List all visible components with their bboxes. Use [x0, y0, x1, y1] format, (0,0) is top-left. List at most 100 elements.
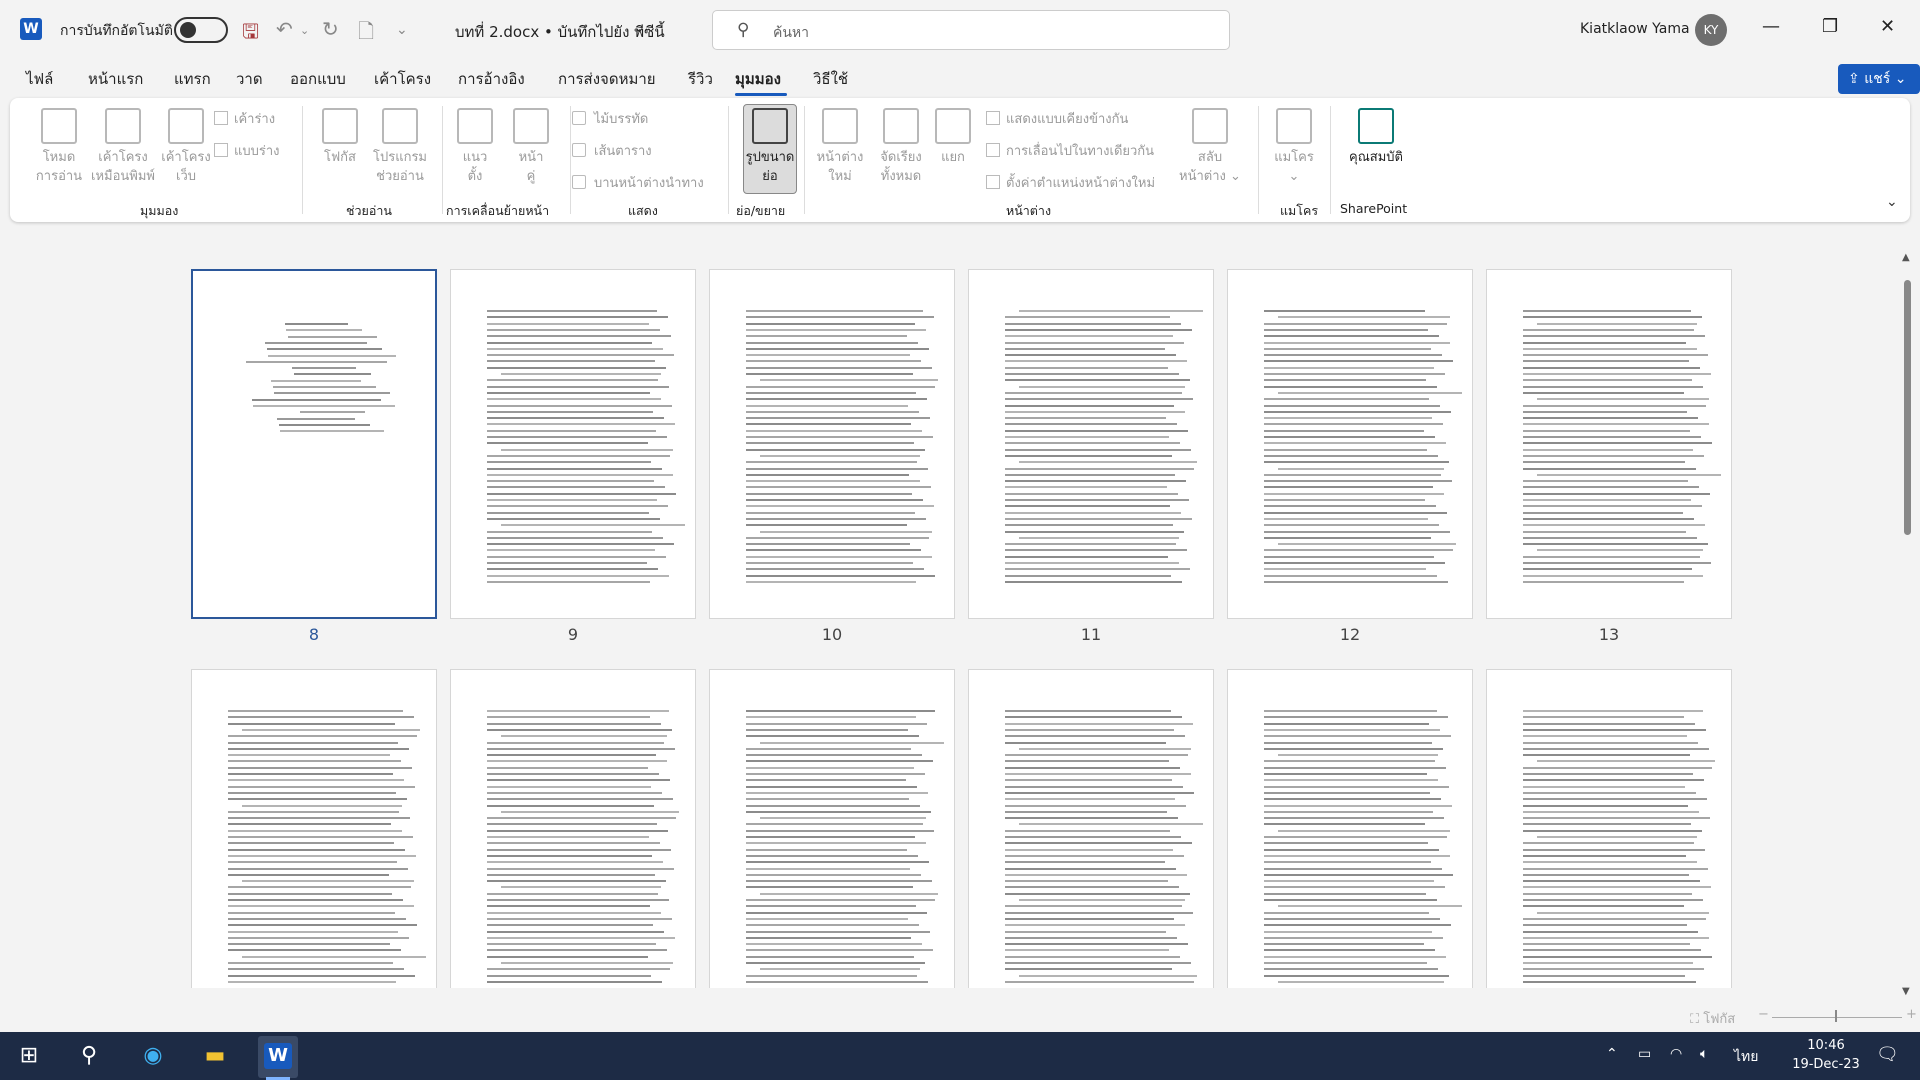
windows-start-icon[interactable]: ⊞ — [12, 1040, 46, 1072]
side-by-side-button[interactable]: แสดงแบบเคียงข้างกัน — [986, 108, 1128, 129]
tab-layout[interactable]: เค้าโครง — [374, 67, 431, 91]
text-line — [1264, 880, 1434, 883]
tab-insert[interactable]: แทรก — [174, 67, 211, 91]
tab-design[interactable]: ออกแบบ — [290, 67, 346, 91]
text-line — [487, 760, 667, 763]
save-icon[interactable]: 🖫 — [242, 17, 259, 51]
file-explorer-icon[interactable]: ▬ — [198, 1040, 232, 1072]
focus-status-button[interactable]: ⛶ โฟกัส — [1690, 1008, 1735, 1029]
immersive-reader-icon — [382, 108, 418, 144]
tab-review[interactable]: รีวิว — [688, 67, 713, 91]
tab-references[interactable]: การอ้างอิง — [458, 67, 525, 91]
tab-file[interactable]: ไฟล์ — [26, 67, 53, 91]
notifications-icon[interactable]: 🗨︎ — [1876, 1044, 1899, 1065]
word-taskbar-icon[interactable]: W — [264, 1043, 292, 1069]
redo-icon[interactable]: ↻ — [322, 17, 339, 41]
clock[interactable]: 10:46 19-Dec-23 — [1786, 1036, 1866, 1074]
tab-help[interactable]: วิธีใช้ — [813, 67, 848, 91]
text-line — [746, 873, 921, 876]
text-line — [487, 423, 675, 426]
restore-icon[interactable]: ❐ — [1822, 16, 1838, 37]
ruler-checkbox[interactable]: ไม้บรรทัด — [572, 108, 648, 129]
split-button[interactable]: แยก — [928, 108, 978, 167]
customize-toolbar-icon[interactable]: ⌄ — [396, 22, 408, 38]
nav-pane-checkbox[interactable]: บานหน้าต่างนำทาง — [572, 172, 704, 193]
text-line — [1264, 955, 1446, 958]
tray-chevron-icon[interactable]: ⌃ — [1606, 1046, 1618, 1062]
text-line — [746, 467, 928, 470]
read-mode-button[interactable]: โหมด การอ่าน — [28, 108, 90, 186]
page-thumbnail[interactable] — [1486, 269, 1732, 619]
sync-scroll-button[interactable]: การเลื่อนไปในทางเดียวกัน — [986, 140, 1154, 161]
title-chevron-icon[interactable]: ⌄ — [633, 18, 646, 36]
page-thumbnail[interactable] — [1227, 269, 1473, 619]
tab-view[interactable]: มุมมอง — [735, 67, 781, 91]
text-line — [501, 962, 673, 964]
page-thumbnail[interactable] — [709, 269, 955, 619]
arrange-all-button[interactable]: จัดเรียง ทั้งหมด — [870, 108, 932, 186]
gridlines-checkbox[interactable]: เส้นตาราง — [572, 140, 652, 161]
text-line — [1523, 880, 1700, 883]
macros-button[interactable]: แมโคร ⌄ — [1266, 108, 1322, 186]
text-line — [746, 511, 915, 514]
text-line — [1005, 404, 1174, 407]
zoom-slider[interactable] — [1772, 1017, 1902, 1018]
properties-button[interactable]: คุณสมบัติ — [1340, 108, 1412, 167]
zoom-in-icon[interactable]: + — [1906, 1007, 1917, 1022]
text-line — [1005, 517, 1192, 520]
search-taskbar-icon[interactable]: ⚲ — [72, 1040, 106, 1072]
new-window-button[interactable]: หน้าต่าง ใหม่ — [810, 108, 870, 186]
text-line — [1005, 530, 1184, 533]
vertical-button[interactable]: แนว ตั้ง — [448, 108, 502, 186]
scroll-down-icon[interactable]: ▼ — [1902, 986, 1910, 997]
reset-window-position-button[interactable]: ตั้งค่าตำแหน่งหน้าต่างใหม่ — [986, 172, 1155, 193]
scrollbar-thumb[interactable] — [1904, 280, 1911, 535]
zoom-button[interactable]: รูปขนาด ย่อ — [734, 108, 806, 186]
scroll-up-icon[interactable]: ▲ — [1902, 252, 1910, 263]
focus-button[interactable]: โฟกัส — [314, 108, 366, 167]
undo-icon[interactable]: ↶ — [276, 17, 293, 41]
outline-button[interactable]: เค้าร่าง — [214, 108, 275, 129]
close-icon[interactable]: ✕ — [1880, 16, 1895, 37]
autosave-toggle[interactable] — [174, 17, 228, 43]
text-line — [280, 430, 384, 433]
minimize-icon[interactable]: — — [1762, 16, 1780, 37]
undo-dropdown-icon[interactable]: ⌄ — [300, 24, 309, 37]
share-button[interactable]: ⇪ แชร์ ⌄ — [1838, 64, 1920, 94]
text-line — [1264, 710, 1437, 712]
text-line — [1005, 968, 1172, 971]
web-layout-button[interactable]: เค้าโครง เว็บ — [156, 108, 216, 186]
text-line — [746, 524, 907, 527]
volume-icon[interactable]: 🔈︎ — [1700, 1046, 1708, 1062]
switch-windows-button[interactable]: สลับ หน้าต่าง ⌄ — [1178, 108, 1242, 186]
page-thumbnail[interactable] — [191, 669, 437, 988]
user-name[interactable]: Kiatklaow Yama — [1580, 21, 1690, 37]
search-box[interactable]: ⚲ ค้นหา — [712, 10, 1230, 50]
print-layout-button[interactable]: เค้าโครง เหมือนพิมพ์ — [90, 108, 156, 186]
zoom-out-icon[interactable]: − — [1758, 1007, 1769, 1022]
avatar[interactable]: KY — [1695, 14, 1727, 46]
search-icon: ⚲ — [737, 20, 750, 40]
edge-browser-icon[interactable]: ◉ — [136, 1040, 170, 1072]
wifi-icon[interactable]: ◠ — [1670, 1046, 1682, 1062]
tab-home[interactable]: หน้าแรก — [88, 67, 143, 91]
language-indicator[interactable]: ไทย — [1734, 1046, 1758, 1068]
page-thumbnail[interactable] — [709, 669, 955, 988]
side-to-side-button[interactable]: หน้า คู่ — [504, 108, 558, 186]
page-thumbnail[interactable] — [191, 269, 437, 619]
page-thumbnail[interactable] — [450, 269, 696, 619]
tab-draw[interactable]: วาด — [236, 67, 263, 91]
tab-mailings[interactable]: การส่งจดหมาย — [558, 67, 656, 91]
battery-icon[interactable]: ▭ — [1638, 1046, 1651, 1062]
page-thumbnail[interactable] — [968, 269, 1214, 619]
print-preview-icon[interactable]: 🗋 — [358, 17, 374, 51]
draft-button[interactable]: แบบร่าง — [214, 140, 280, 161]
immersive-reader-button[interactable]: โปรแกรม ช่วยอ่าน — [368, 108, 432, 186]
zoom-slider-thumb[interactable] — [1835, 1010, 1837, 1022]
text-line — [746, 773, 925, 775]
page-thumbnail[interactable] — [1486, 669, 1732, 988]
page-thumbnail[interactable] — [1227, 669, 1473, 988]
page-thumbnail[interactable] — [450, 669, 696, 988]
page-thumbnail[interactable] — [968, 669, 1214, 988]
collapse-ribbon-icon[interactable]: ⌄ — [1886, 194, 1898, 210]
